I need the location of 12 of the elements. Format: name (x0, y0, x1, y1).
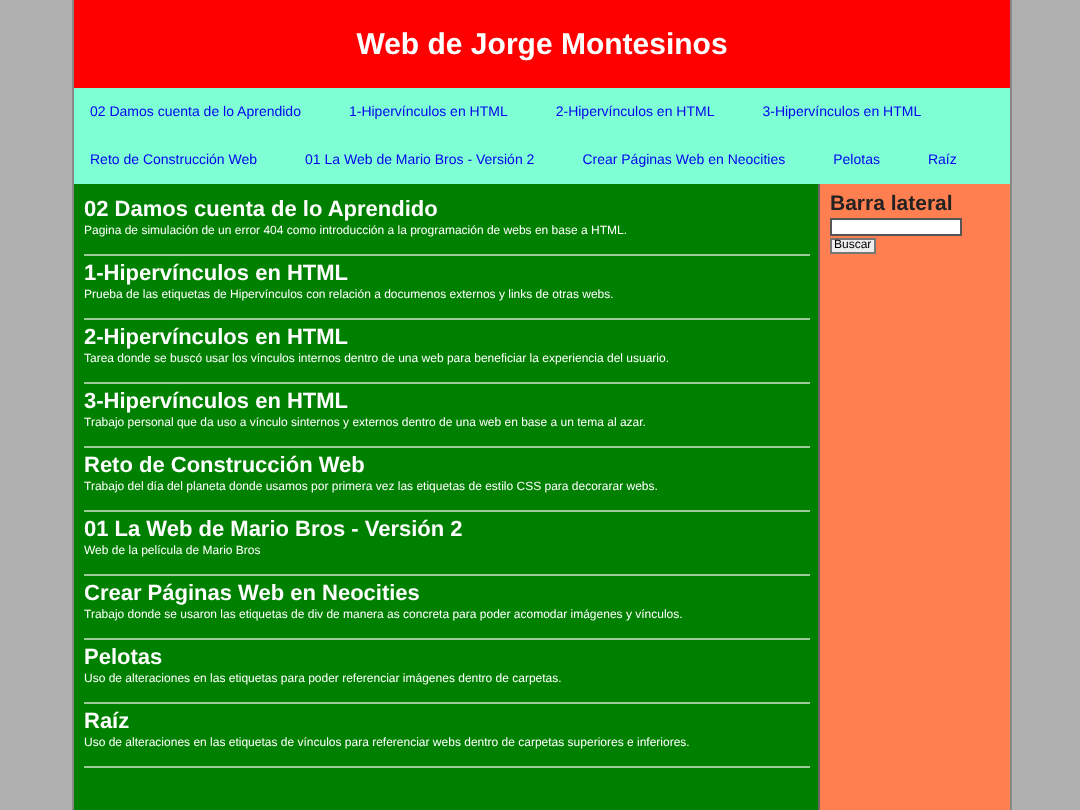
article-title: 2-Hipervínculos en HTML (84, 324, 351, 352)
article-title: 3-Hipervínculos en HTML (84, 388, 351, 416)
article-title: Pelotas (84, 644, 165, 672)
article-title: Raíz (84, 708, 132, 736)
search-field[interactable] (830, 218, 962, 236)
article-title: 1-Hipervínculos en HTML (84, 260, 351, 288)
sidebar-title: Barra lateral (830, 192, 955, 216)
site-title: Web de Jorge Montesinos (356, 27, 728, 61)
article-title: 01 La Web de Mario Bros - Versión 2 (84, 516, 465, 544)
article-title: 02 Damos cuenta de lo Aprendido (84, 196, 440, 224)
article-title: Crear Páginas Web en Neocities (84, 580, 422, 608)
article-title: Reto de Construcción Web (84, 452, 367, 480)
